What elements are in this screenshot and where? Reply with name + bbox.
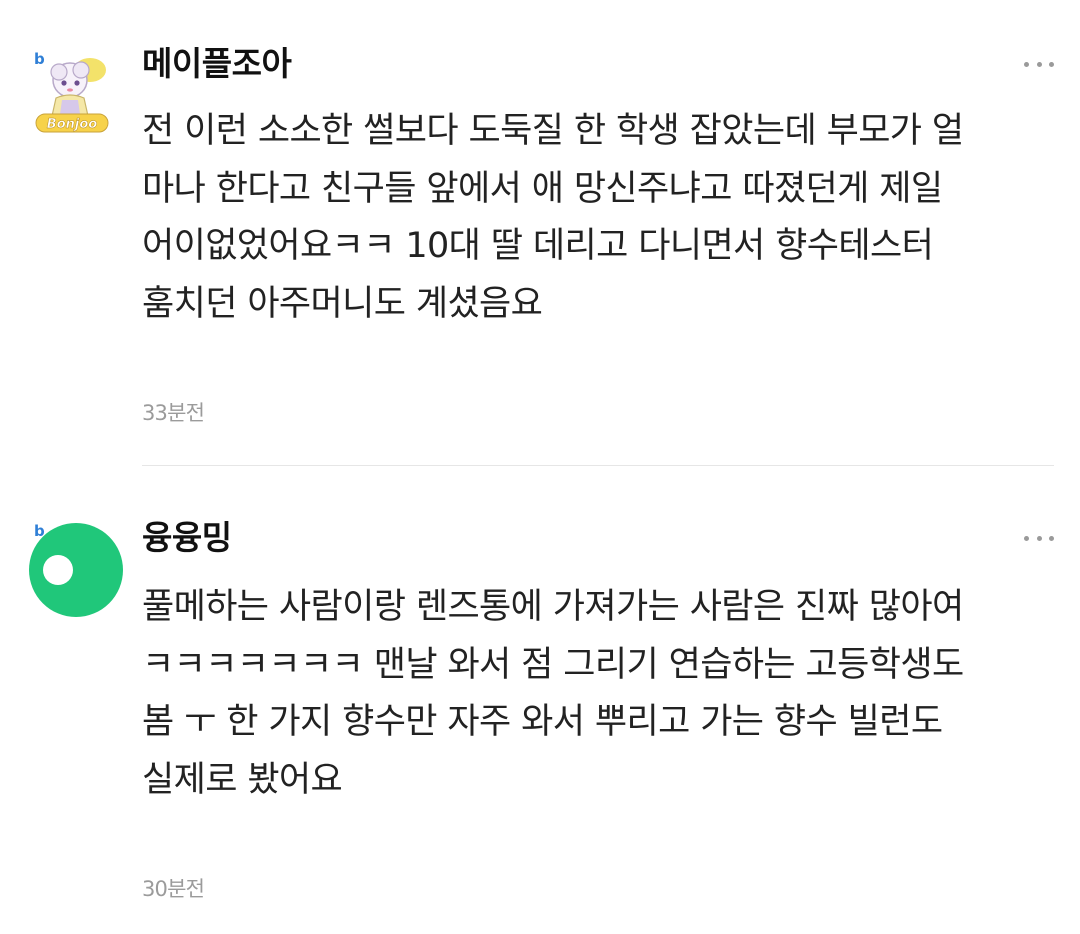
- comment-author[interactable]: 메이플조아: [142, 44, 292, 84]
- dot: [1036, 535, 1042, 541]
- dot: [1049, 535, 1054, 541]
- comment-item: b 융융밍 풀메하는 사람이랑 렌즈통에 가져가는 사람은 진짜 많아여 ㅋㅋㅋ…: [0, 466, 1080, 934]
- level-badge: b: [34, 522, 45, 540]
- dot: [1036, 61, 1042, 67]
- avatar[interactable]: b: [28, 522, 124, 618]
- comment-body: 전 이런 소소한 썰보다 도둑질 한 학생 잡았는데 부모가 얼 마나 한다고 …: [142, 111, 964, 324]
- more-options-icon[interactable]: [1024, 528, 1054, 548]
- dot: [1049, 61, 1054, 67]
- avatar-logo-text: Bonjoo: [47, 117, 97, 132]
- comment-timestamp: 30분전: [142, 877, 205, 901]
- comment-body: 풀메하는 사람이랑 렌즈통에 가져가는 사람은 진짜 많아여 ㅋㅋㅋㅋㅋㅋㅋ 맨…: [142, 587, 964, 800]
- dot: [1024, 61, 1029, 67]
- comment-timestamp: 33분전: [142, 401, 205, 425]
- comment-item: b Bonjoo 메이플조아 전 이런 소소한 썰보다 도둑질 한 학생 잡았는…: [0, 0, 1080, 466]
- avatar[interactable]: b Bonjoo: [28, 46, 124, 142]
- comment-author[interactable]: 융융밍: [142, 518, 232, 558]
- dot: [1024, 535, 1029, 541]
- level-badge: b: [34, 50, 45, 68]
- more-options-icon[interactable]: [1024, 54, 1054, 74]
